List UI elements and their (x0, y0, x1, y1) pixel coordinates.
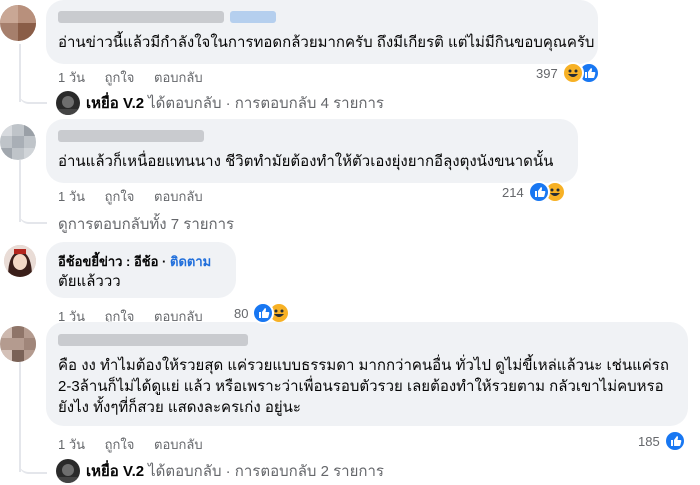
comment-text: อ่านแล้วก็เหนื่อยแทนนาง ชีวิตทำมัยต้องทำ… (58, 153, 554, 170)
like-button[interactable]: ถูกใจ (105, 189, 135, 204)
reply-summary: ได้ตอบกลับ · การตอบกลับ 2 รายการ (148, 463, 384, 480)
comment-text-line: 2-3ล้านก็ไม่ได้ดูแย่ แล้ว หรือเพราะว่าเพ… (58, 378, 664, 395)
reply-button[interactable]: ตอบกลับ (154, 70, 203, 85)
like-button[interactable]: ถูกใจ (105, 70, 135, 85)
author-name-redacted[interactable] (58, 334, 248, 346)
like-icon (252, 302, 275, 324)
reply-author-name: เหยื่อ V.2 (86, 463, 145, 480)
reaction-summary[interactable]: 214 (502, 181, 566, 203)
reply-thread-link[interactable]: เหยื่อ V.2 ได้ตอบกลับ · การตอบกลับ 4 ราย… (56, 91, 384, 115)
like-icon (527, 181, 550, 203)
timestamp[interactable]: 1 วัน (58, 70, 85, 85)
comment-actions: 1 วัน ถูกใจ ตอบกลับ (58, 186, 219, 207)
comment-author: อีช้อขยี้ข่าว : อีช้อ · ติดตาม (58, 254, 212, 269)
commenter-avatar[interactable] (0, 124, 36, 160)
reply-button[interactable]: ตอบกลับ (154, 437, 203, 452)
reaction-count: 214 (502, 184, 524, 200)
reaction-summary[interactable]: 185 (638, 430, 686, 452)
comment-text: คือ งง ทำไมต้องให้รวยสุด แค่รวยแบบธรรมดา… (58, 355, 683, 418)
reply-button[interactable]: ตอบกลับ (154, 189, 203, 204)
view-all-replies-link[interactable]: ดูการตอบกลับทั้ง 7 รายการ (58, 212, 234, 236)
comment-text: ตัยแล้ววว (58, 273, 121, 290)
reply-author-name: เหยื่อ V.2 (86, 95, 145, 112)
author-name-redacted[interactable] (58, 11, 224, 23)
reply-thread-link[interactable]: เหยื่อ V.2 ได้ตอบกลับ · การตอบกลับ 2 ราย… (56, 459, 384, 483)
commenter-avatar[interactable] (4, 245, 36, 277)
timestamp[interactable]: 1 วัน (58, 437, 85, 452)
reply-summary: ดูการตอบกลับทั้ง 7 รายการ (58, 216, 235, 233)
reaction-summary[interactable]: 80 (234, 302, 291, 324)
comment-text: อ่านข่าวนี้แล้วมีกำลังใจในการทอดกล้วยมาก… (58, 34, 595, 51)
like-icon (663, 430, 686, 452)
author-badge-redacted (230, 11, 276, 23)
avatar-image (4, 245, 36, 277)
thread-hook (19, 450, 47, 474)
comment-actions: 1 วัน ถูกใจ ตอบกลับ (58, 434, 219, 455)
like-button[interactable]: ถูกใจ (105, 437, 135, 452)
comment-text-line: ยังไง ทั้งๆที่ก็สวย แสดงละครเก่ง อยู่นะ (58, 399, 301, 416)
reply-author-avatar (56, 91, 80, 115)
timestamp[interactable]: 1 วัน (58, 189, 85, 204)
avatar-image (0, 124, 36, 160)
reply-author-avatar (56, 459, 80, 483)
comment-actions: 1 วัน ถูกใจ ตอบกลับ (58, 67, 219, 88)
haha-icon (561, 62, 584, 84)
thread-hook (19, 200, 47, 224)
commenter-avatar[interactable] (0, 5, 36, 41)
reaction-count: 185 (638, 433, 660, 449)
author-name[interactable]: อีช้อขยี้ข่าว : อีช้อ (58, 254, 158, 269)
reaction-count: 397 (536, 65, 558, 81)
avatar-image (0, 5, 36, 41)
author-name-redacted[interactable] (58, 130, 204, 142)
avatar-image (0, 326, 36, 362)
reaction-count: 80 (234, 305, 249, 321)
reaction-summary[interactable]: 397 (536, 62, 600, 84)
follow-button[interactable]: ติดตาม (170, 254, 211, 269)
thread-hook (19, 80, 47, 104)
reply-summary: ได้ตอบกลับ · การตอบกลับ 4 รายการ (148, 95, 384, 112)
commenter-avatar[interactable] (0, 326, 36, 362)
comment-text-line: คือ งง ทำไมต้องให้รวยสุด แค่รวยแบบธรรมดา… (58, 357, 669, 374)
